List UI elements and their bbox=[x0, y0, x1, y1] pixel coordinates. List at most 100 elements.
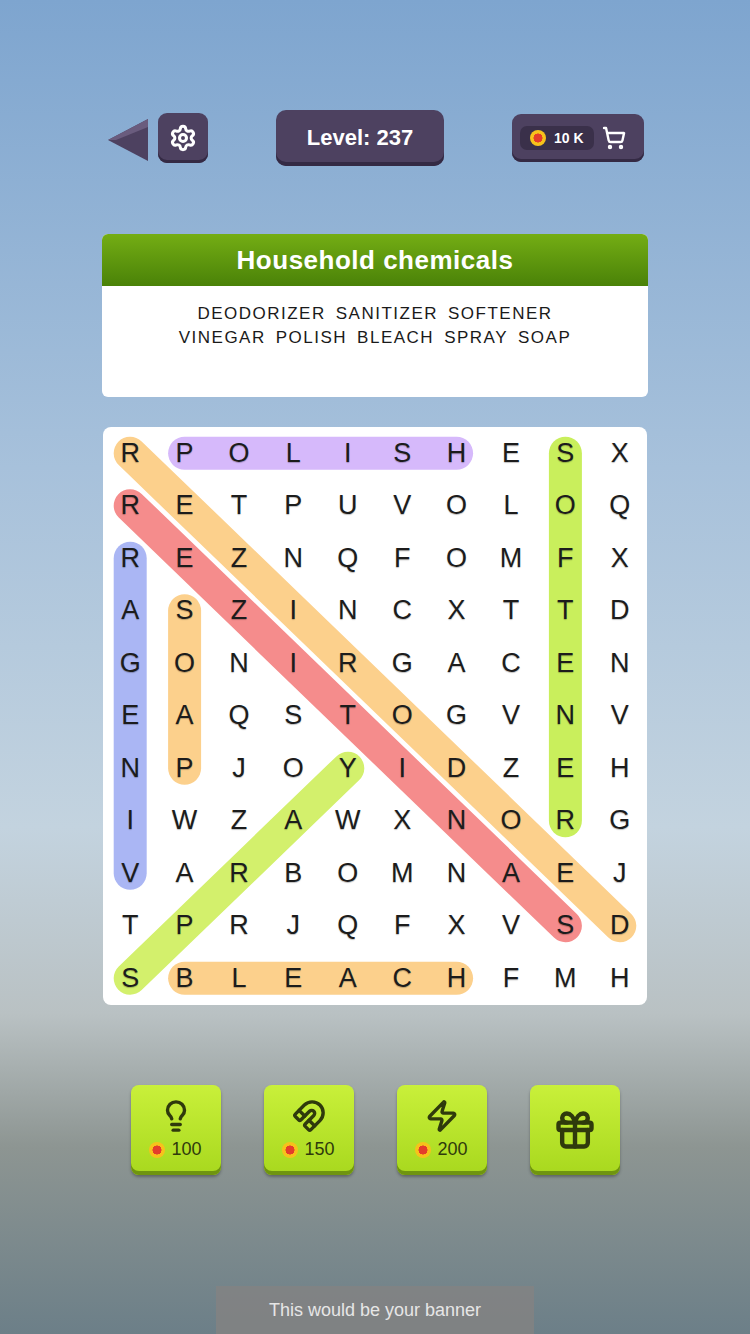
letter-cell[interactable]: S bbox=[157, 585, 211, 638]
letter-cell[interactable]: F bbox=[538, 532, 592, 585]
video-gift-booster-button[interactable] bbox=[530, 1085, 620, 1175]
letter-cell[interactable]: M bbox=[484, 532, 538, 585]
letter-cell[interactable]: X bbox=[429, 585, 483, 638]
letter-cell[interactable]: S bbox=[538, 900, 592, 953]
letter-cell[interactable]: O bbox=[484, 795, 538, 848]
letter-cell[interactable]: A bbox=[103, 585, 157, 638]
letter-cell[interactable]: O bbox=[429, 532, 483, 585]
letter-cell[interactable]: I bbox=[103, 795, 157, 848]
letter-cell[interactable]: N bbox=[593, 637, 647, 690]
letter-cell[interactable]: T bbox=[484, 585, 538, 638]
letter-cell[interactable]: O bbox=[212, 427, 266, 480]
letter-cell[interactable]: W bbox=[157, 795, 211, 848]
letter-cell[interactable]: G bbox=[429, 690, 483, 743]
letter-cell[interactable]: N bbox=[266, 532, 320, 585]
letter-cell[interactable]: L bbox=[212, 952, 266, 1005]
letter-cell[interactable]: I bbox=[375, 742, 429, 795]
letter-cell[interactable]: F bbox=[375, 900, 429, 953]
hint-booster-button[interactable]: 100 bbox=[131, 1085, 221, 1175]
lightning-booster-button[interactable]: 200 bbox=[397, 1085, 487, 1175]
letter-cell[interactable]: T bbox=[103, 900, 157, 953]
letter-cell[interactable]: B bbox=[157, 952, 211, 1005]
letter-cell[interactable]: S bbox=[538, 427, 592, 480]
letter-cell[interactable]: T bbox=[212, 480, 266, 533]
letter-cell[interactable]: X bbox=[375, 795, 429, 848]
letter-cell[interactable]: H bbox=[429, 427, 483, 480]
letter-cell[interactable]: Q bbox=[212, 690, 266, 743]
letter-cell[interactable]: I bbox=[266, 637, 320, 690]
letter-cell[interactable]: X bbox=[593, 532, 647, 585]
letter-cell[interactable]: G bbox=[375, 637, 429, 690]
letter-cell[interactable]: G bbox=[593, 795, 647, 848]
letter-cell[interactable]: Y bbox=[321, 742, 375, 795]
letter-cell[interactable]: R bbox=[538, 795, 592, 848]
letter-cell[interactable]: T bbox=[321, 690, 375, 743]
letter-cell[interactable]: R bbox=[212, 900, 266, 953]
letter-cell[interactable]: I bbox=[266, 585, 320, 638]
letter-cell[interactable]: W bbox=[321, 795, 375, 848]
back-button[interactable] bbox=[106, 113, 150, 163]
settings-button[interactable] bbox=[158, 113, 208, 163]
letter-cell[interactable]: N bbox=[212, 637, 266, 690]
letter-cell[interactable]: R bbox=[103, 480, 157, 533]
letter-cell[interactable]: D bbox=[429, 742, 483, 795]
letter-cell[interactable]: E bbox=[484, 427, 538, 480]
letter-cell[interactable]: Z bbox=[212, 585, 266, 638]
letter-cell[interactable]: Z bbox=[212, 795, 266, 848]
letter-cell[interactable]: C bbox=[484, 637, 538, 690]
letter-cell[interactable]: V bbox=[484, 900, 538, 953]
letter-cell[interactable]: I bbox=[321, 427, 375, 480]
letter-cell[interactable]: H bbox=[593, 742, 647, 795]
letter-cell[interactable]: A bbox=[429, 637, 483, 690]
letter-cell[interactable]: P bbox=[157, 900, 211, 953]
letter-cell[interactable]: R bbox=[321, 637, 375, 690]
letter-cell[interactable]: L bbox=[266, 427, 320, 480]
letter-cell[interactable]: X bbox=[429, 900, 483, 953]
letter-cell[interactable]: O bbox=[266, 742, 320, 795]
letter-cell[interactable]: N bbox=[429, 847, 483, 900]
letter-cell[interactable]: Z bbox=[212, 532, 266, 585]
letter-cell[interactable]: E bbox=[103, 690, 157, 743]
magnet-booster-button[interactable]: 150 bbox=[264, 1085, 354, 1175]
letter-cell[interactable]: R bbox=[212, 847, 266, 900]
letter-cell[interactable]: P bbox=[157, 742, 211, 795]
ad-banner[interactable]: This would be your banner bbox=[216, 1286, 534, 1334]
letter-grid[interactable]: RPOLISHESXRETPUVOLOQREZNQFOMFXASZINCXTTD… bbox=[103, 427, 647, 1005]
letter-cell[interactable]: E bbox=[157, 480, 211, 533]
letter-cell[interactable]: B bbox=[266, 847, 320, 900]
letter-cell[interactable]: A bbox=[157, 690, 211, 743]
letter-cell[interactable]: O bbox=[375, 690, 429, 743]
letter-cell[interactable]: D bbox=[593, 585, 647, 638]
letter-cell[interactable]: O bbox=[538, 480, 592, 533]
letter-cell[interactable]: O bbox=[429, 480, 483, 533]
letter-cell[interactable]: G bbox=[103, 637, 157, 690]
letter-cell[interactable]: S bbox=[266, 690, 320, 743]
letter-cell[interactable]: V bbox=[375, 480, 429, 533]
letter-cell[interactable]: E bbox=[157, 532, 211, 585]
letter-cell[interactable]: N bbox=[429, 795, 483, 848]
letter-cell[interactable]: Q bbox=[321, 900, 375, 953]
letter-cell[interactable]: J bbox=[212, 742, 266, 795]
letter-cell[interactable]: Q bbox=[593, 480, 647, 533]
letter-cell[interactable]: V bbox=[103, 847, 157, 900]
letter-cell[interactable]: O bbox=[321, 847, 375, 900]
letter-cell[interactable]: A bbox=[266, 795, 320, 848]
coin-shop-button[interactable]: 10 K bbox=[512, 114, 644, 162]
letter-cell[interactable]: P bbox=[157, 427, 211, 480]
letter-cell[interactable]: T bbox=[538, 585, 592, 638]
letter-cell[interactable]: A bbox=[484, 847, 538, 900]
letter-cell[interactable]: S bbox=[375, 427, 429, 480]
letter-cell[interactable]: Q bbox=[321, 532, 375, 585]
letter-cell[interactable]: Z bbox=[484, 742, 538, 795]
letter-cell[interactable]: E bbox=[538, 742, 592, 795]
letter-cell[interactable]: P bbox=[266, 480, 320, 533]
letter-cell[interactable]: A bbox=[321, 952, 375, 1005]
letter-cell[interactable]: M bbox=[375, 847, 429, 900]
letter-cell[interactable]: V bbox=[593, 690, 647, 743]
letter-cell[interactable]: E bbox=[538, 847, 592, 900]
letter-cell[interactable]: R bbox=[103, 427, 157, 480]
letter-cell[interactable]: D bbox=[593, 900, 647, 953]
letter-cell[interactable]: H bbox=[593, 952, 647, 1005]
letter-cell[interactable]: C bbox=[375, 585, 429, 638]
letter-cell[interactable]: J bbox=[266, 900, 320, 953]
